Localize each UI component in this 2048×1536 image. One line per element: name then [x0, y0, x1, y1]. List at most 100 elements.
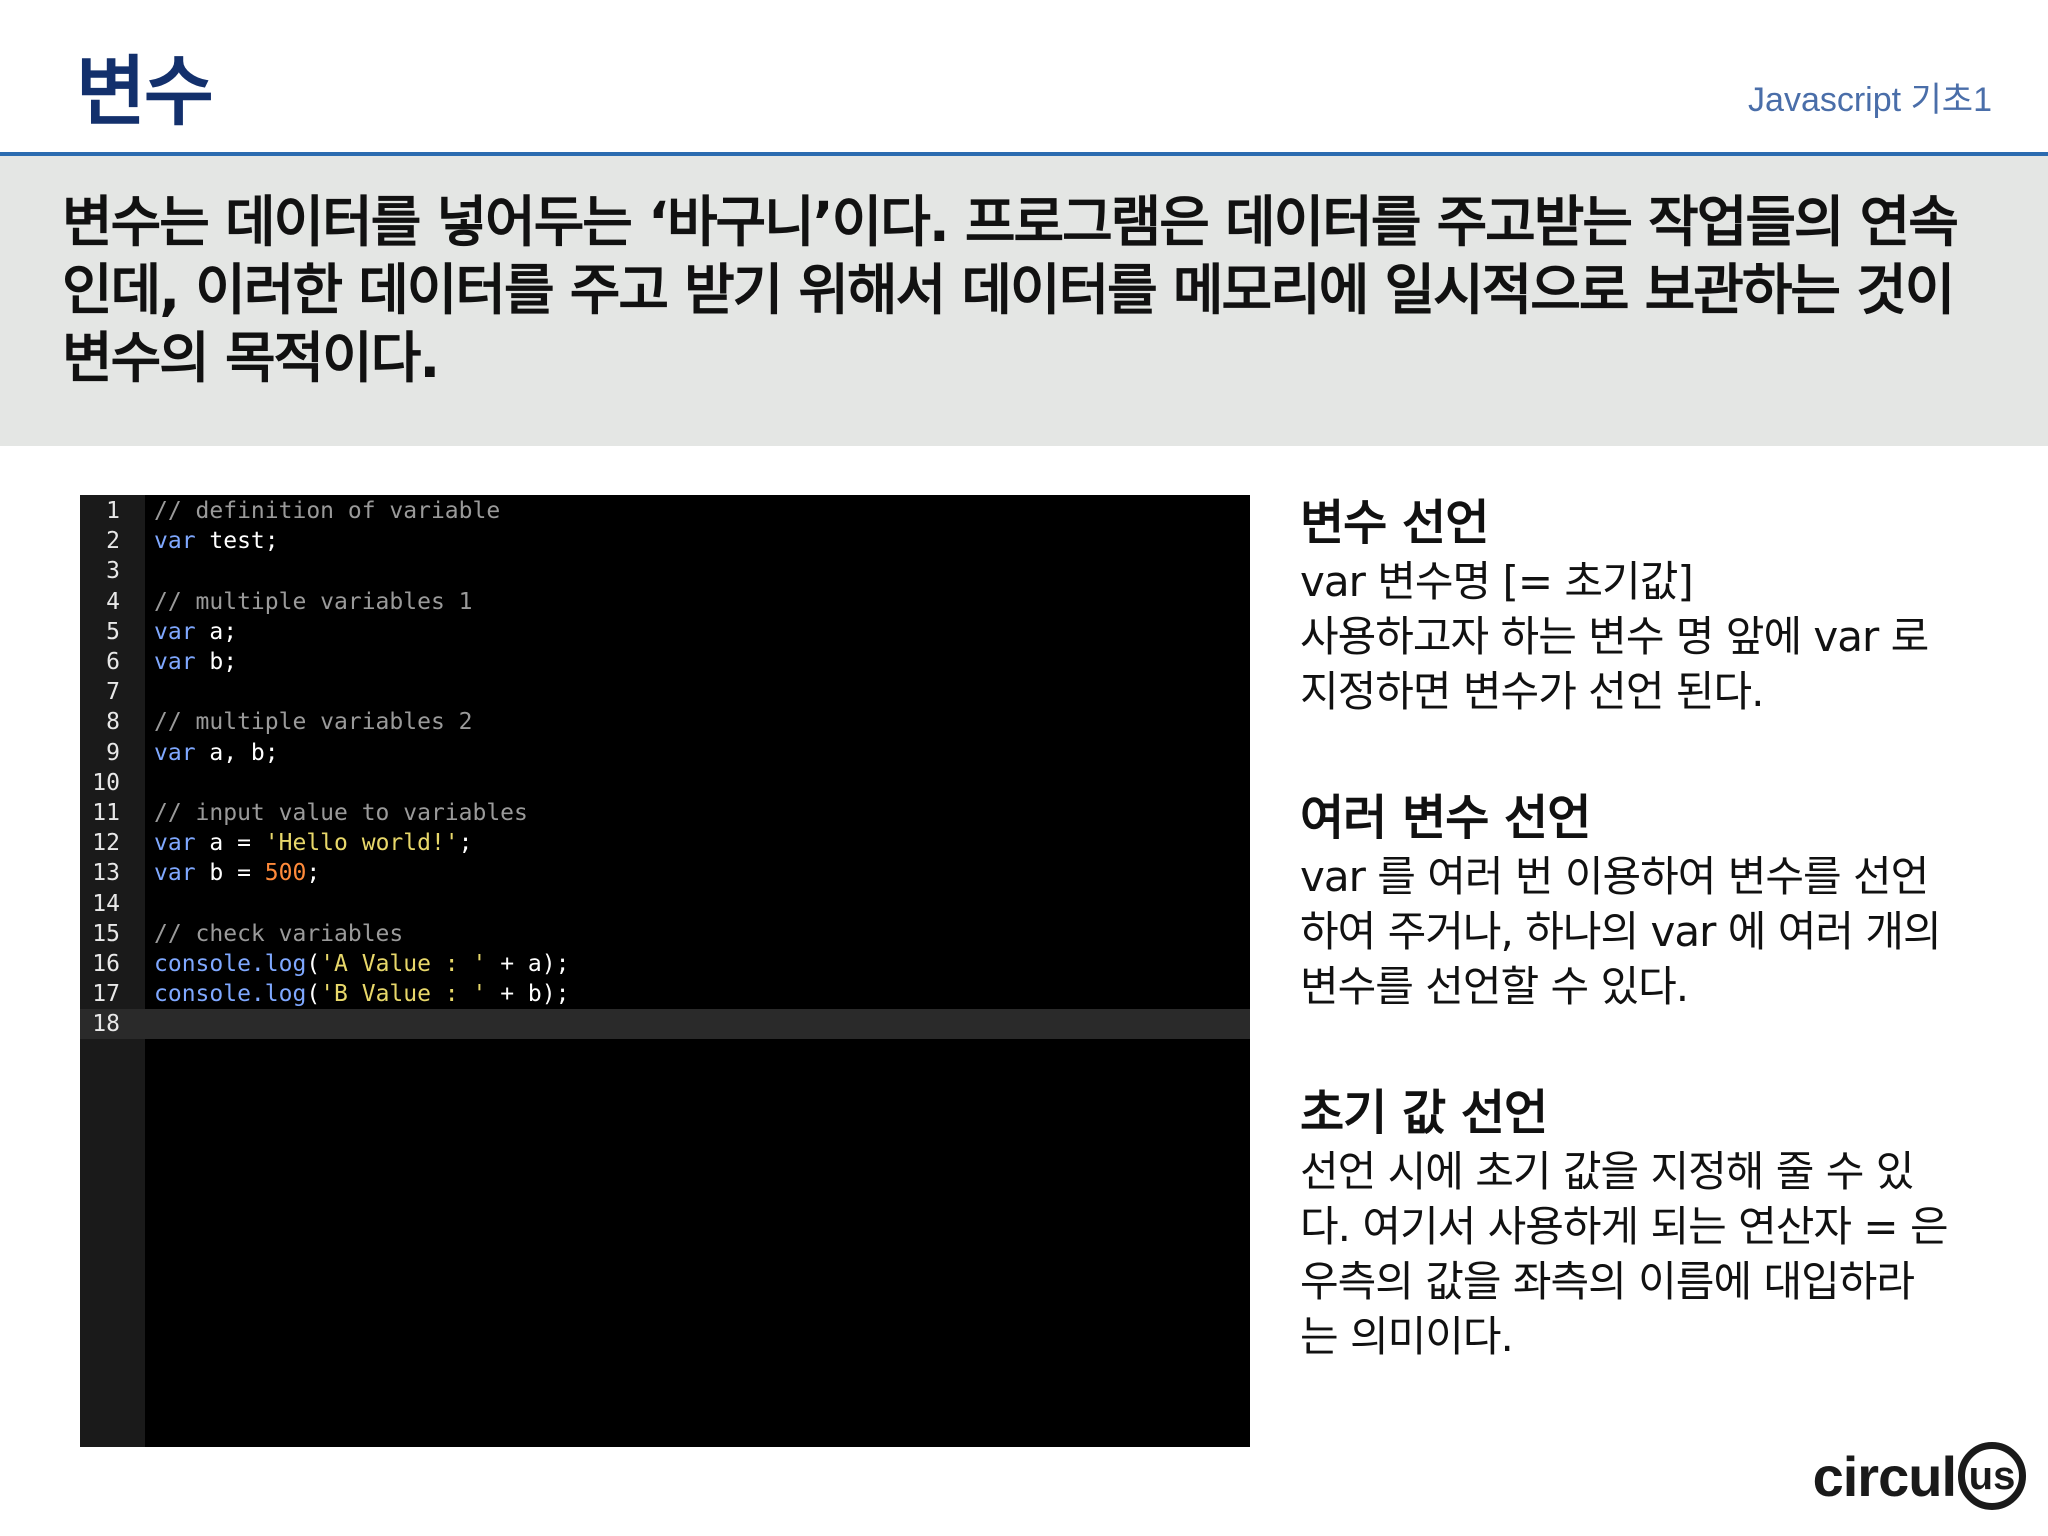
- code-text: console.log('A Value : ' + a);: [154, 949, 569, 979]
- code-token-comment: // multiple variables 1: [154, 588, 473, 615]
- code-text: // check variables: [154, 919, 403, 949]
- code-line: 17 console.log('B Value : ' + b);: [80, 979, 1250, 1009]
- code-line: 3: [80, 556, 1250, 586]
- code-token-keyword: var: [154, 860, 196, 887]
- code-token-comment: // definition of variable: [154, 498, 501, 524]
- code-line: 12 var a = 'Hello world!';: [80, 828, 1250, 858]
- line-number: 18: [92, 1011, 120, 1038]
- code-token-punct: (: [306, 981, 321, 1008]
- line-number: 7: [106, 679, 120, 706]
- line-number: 17: [92, 981, 120, 1008]
- note-line: 하여 주거나, 하나의 var 에 여러 개의: [1300, 907, 1942, 956]
- code-line: 16 console.log('A Value : ' + a);: [80, 949, 1250, 979]
- code-token-punct: (: [306, 951, 321, 977]
- line-number: 14: [92, 890, 120, 917]
- code-token-keyword: var: [154, 618, 196, 645]
- code-token-ident: a;: [195, 618, 238, 645]
- code-token-keyword: var: [154, 649, 196, 675]
- brand-wordmark: circul: [1812, 1444, 1957, 1508]
- note-line: 다. 여기서 사용하게 되는 연산자 = 은: [1300, 1202, 1949, 1251]
- code-text: // definition of variable: [154, 496, 500, 526]
- code-token-string: 'Hello world!': [264, 830, 459, 857]
- note-line: 변수를 선언할 수 있다.: [1300, 962, 1689, 1011]
- code-text: console.log('B Value : ' + b);: [154, 979, 569, 1009]
- notes-column: 변수 선언 var 변수명 [= 초기값] 사용하고자 하는 변수 명 앞에 var…: [1300, 492, 2000, 1432]
- line-number: 9: [106, 739, 120, 766]
- line-number: 5: [106, 618, 120, 645]
- line-number: 3: [106, 558, 120, 585]
- code-line: 10: [80, 768, 1250, 798]
- code-line: 11 // input value to variables: [80, 798, 1250, 828]
- code-line: 8 // multiple variables 2: [80, 707, 1250, 737]
- code-token-comment: // check variables: [154, 920, 404, 947]
- line-number: 8: [106, 709, 120, 736]
- code-token-ident: b =: [195, 860, 265, 887]
- code-token-string: 'B Value : ': [320, 981, 487, 1008]
- code-line: 13 var b = 500;: [80, 858, 1250, 888]
- page-title: 변수: [76, 47, 214, 136]
- code-token-number: 500: [264, 860, 307, 887]
- code-token-ident: b;: [195, 649, 238, 675]
- code-token-keyword: var: [154, 830, 196, 857]
- code-token-keyword: var: [154, 528, 196, 555]
- code-line: 6 var b;: [80, 647, 1250, 677]
- line-number: 16: [92, 951, 120, 977]
- line-number: 15: [92, 920, 120, 947]
- code-token-comment: // multiple variables 2: [154, 709, 473, 736]
- code-token-ident: + a);: [486, 951, 570, 977]
- code-token-ident: a =: [195, 830, 265, 857]
- code-line: 15 // check variables: [80, 919, 1250, 949]
- note-section: 여러 변수 선언 var 를 여러 번 이용하여 변수를 선언하여 주거나, 하나…: [1300, 787, 2000, 1014]
- code-token-comment: // input value to variables: [154, 800, 528, 826]
- note-line: 지정하면 변수가 선언 된다.: [1300, 667, 1764, 716]
- code-text: var test;: [154, 526, 279, 556]
- brand-logo: circul us: [1813, 1436, 2026, 1516]
- code-text: var b;: [154, 647, 237, 677]
- code-token-keyword: var: [154, 739, 196, 766]
- brand-mark-icon: us: [1958, 1442, 2026, 1510]
- code-token-ident: + b);: [486, 981, 570, 1008]
- line-number: 12: [92, 830, 120, 857]
- line-number: 6: [106, 649, 120, 675]
- code-line: 9 var a, b;: [80, 738, 1250, 768]
- code-token-punct: ;: [458, 830, 473, 857]
- note-line: 는 의미이다.: [1300, 1312, 1514, 1361]
- code-text: // multiple variables 2: [154, 707, 473, 737]
- note-section: 초기 값 선언선언 시에 초기 값을 지정해 줄 수 있다. 여기서 사용하게 …: [1300, 1082, 2000, 1364]
- code-token-method: console.log: [154, 981, 307, 1008]
- note-line: 우측의 값을 좌측의 이름에 대입하라: [1300, 1257, 1915, 1306]
- code-line: 1 // definition of variable: [80, 496, 1250, 526]
- code-text: var a, b;: [154, 738, 279, 768]
- code-token-ident: test;: [195, 528, 279, 555]
- code-line: 18: [80, 1009, 1250, 1040]
- summary-band: 변수는 데이터를 넣어두는 ‘바구니’이다. 프로그램은 데이터를 주고받는 작…: [0, 156, 2048, 446]
- course-label: Javascript 기초1: [1748, 81, 1992, 119]
- code-editor: 1 // definition of variable 2 var test; 3 4 //…: [80, 495, 1250, 1447]
- code-line: 5 var a;: [80, 617, 1250, 647]
- line-number: 1: [106, 498, 120, 524]
- note-line: 사용하고자 하는 변수 명 앞에 var 로: [1300, 612, 1929, 661]
- note-heading: 초기 값 선언: [1300, 1085, 1548, 1141]
- summary-text: 변수는 데이터를 넣어두는 ‘바구니’이다. 프로그램은 데이터를 주고받는 작…: [62, 190, 1959, 390]
- note-heading: 변수 선언: [1300, 495, 1489, 551]
- note-line: var 변수명 [= 초기값]: [1300, 557, 1694, 606]
- code-text: // multiple variables 1: [154, 587, 473, 617]
- code-text: var a = 'Hello world!';: [154, 828, 473, 858]
- code-token-ident: a, b;: [195, 739, 279, 766]
- line-number: 13: [92, 860, 120, 887]
- line-number: 11: [92, 800, 120, 826]
- line-number: 4: [106, 588, 120, 615]
- note-heading: 여러 변수 선언: [1300, 790, 1591, 846]
- code-text: var a;: [154, 617, 237, 647]
- slide-header: 변수 Javascript 기초1: [0, 0, 2048, 152]
- code-token-string: 'A Value : ': [320, 951, 487, 977]
- code-line: 4 // multiple variables 1: [80, 587, 1250, 617]
- note-line: 선언 시에 초기 값을 지정해 줄 수 있: [1300, 1147, 1914, 1196]
- code-line: 7: [80, 677, 1250, 707]
- code-token-method: console.log: [154, 951, 307, 977]
- code-text: // input value to variables: [154, 798, 528, 828]
- code-line: 14: [80, 889, 1250, 919]
- code-token-punct: ;: [306, 860, 321, 887]
- line-number: 10: [92, 769, 120, 796]
- note-line: var 를 여러 번 이용하여 변수를 선언: [1300, 852, 1929, 901]
